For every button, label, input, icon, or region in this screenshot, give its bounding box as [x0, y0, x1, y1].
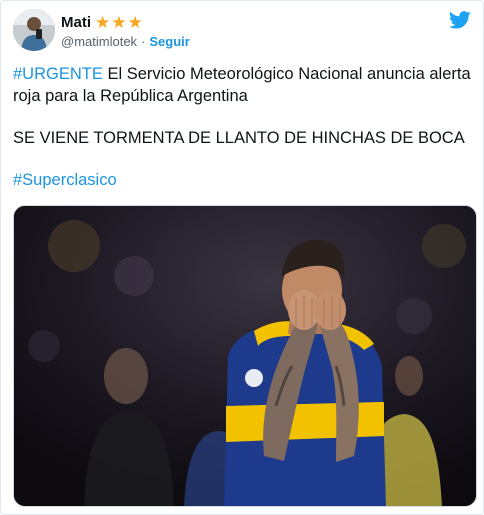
tweet-photo[interactable]	[13, 205, 477, 507]
user-handle[interactable]: @matimlotek	[61, 34, 137, 49]
hashtag-urgente[interactable]: #URGENTE	[13, 65, 103, 83]
star-icon: ★	[95, 12, 111, 32]
tweet-paragraph-3: #Superclasico	[13, 169, 473, 191]
tweet-paragraph-2: SE VIENE TORMENTA DE LLANTO DE HINCHAS D…	[13, 129, 465, 147]
tweet-paragraph-1: #URGENTE El Servicio Meteorológico Nacio…	[13, 63, 473, 107]
handle-row: @matimlotek · Seguir	[61, 34, 190, 49]
display-name[interactable]: Mati	[61, 14, 91, 31]
tweet-card: Mati ★ ★ ★ @matimlotek · Seguir #URGENTE…	[0, 0, 484, 515]
separator: ·	[141, 34, 146, 49]
follow-button[interactable]: Seguir	[149, 34, 189, 49]
twitter-bird-icon[interactable]	[449, 11, 471, 29]
tweet-text: #URGENTE El Servicio Meteorológico Nacio…	[13, 63, 473, 191]
star-icon: ★	[111, 12, 127, 32]
star-icon: ★	[127, 12, 143, 32]
name-row: Mati ★ ★ ★	[61, 12, 143, 32]
tweet-header: Mati ★ ★ ★ @matimlotek · Seguir	[13, 9, 471, 53]
hashtag-superclasico[interactable]: #Superclasico	[13, 171, 117, 189]
avatar[interactable]	[13, 9, 55, 51]
star-badges: ★ ★ ★	[95, 14, 143, 31]
